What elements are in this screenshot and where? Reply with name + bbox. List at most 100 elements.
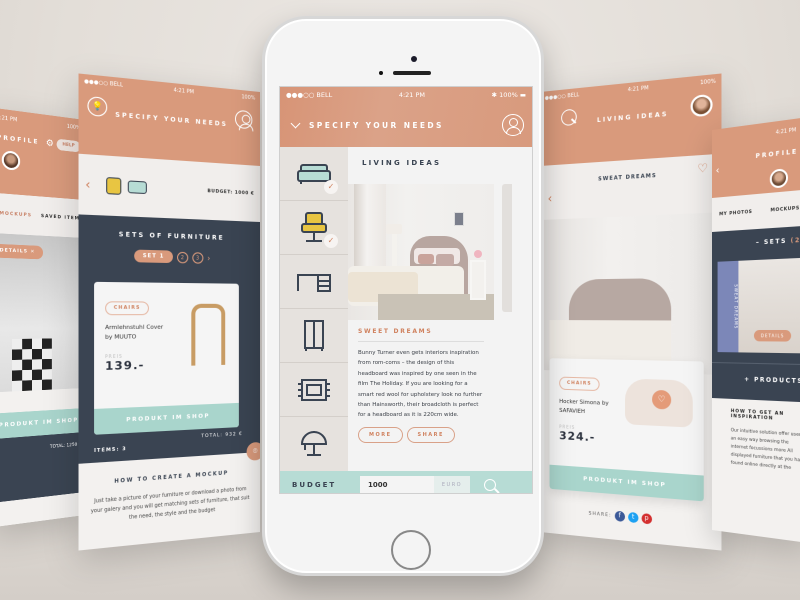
share-button[interactable]: SHARE bbox=[406, 426, 455, 443]
status-time: 4:21 PM bbox=[627, 85, 649, 94]
profile-title: PROFILE bbox=[0, 133, 40, 146]
product-name: Armlehnstuhl Cover by MUUTO bbox=[105, 324, 164, 341]
home-button[interactable] bbox=[391, 530, 431, 570]
product-card: CHAIRS Armlehnstuhl Cover by MUUTO PREIS… bbox=[94, 281, 239, 435]
search-icon[interactable] bbox=[561, 108, 577, 127]
products-toggle[interactable]: + PRODUCTS bbox=[712, 362, 800, 403]
details-button[interactable]: DETAILS bbox=[753, 330, 792, 342]
budget-value[interactable]: 1000 bbox=[360, 481, 434, 489]
profile-title: PROFILE bbox=[755, 148, 799, 161]
category-sofa[interactable]: ✓ bbox=[280, 147, 348, 201]
shop-button[interactable]: PRODUKT IM SHOP bbox=[94, 402, 239, 435]
back-icon[interactable]: ‹ bbox=[548, 191, 553, 205]
avatar[interactable] bbox=[690, 93, 713, 118]
page-title: SPECIFY YOUR NEEDS bbox=[309, 120, 444, 130]
share-label: SHARE: bbox=[588, 510, 612, 519]
ideas-panel: LIVING IDEAS SWEET DREAMS Bunny Turner e… bbox=[348, 147, 532, 471]
status-carrier: ●●●○○ BELL bbox=[544, 92, 580, 102]
category-armchair[interactable]: ✓ bbox=[280, 201, 348, 255]
status-time: 4:21 PM bbox=[0, 114, 18, 124]
living-ideas-screen: ●●●○○ BELL 4:21 PM 100% LIVING IDEAS ‹ SWE… bbox=[540, 73, 722, 551]
category-lamp[interactable] bbox=[280, 417, 348, 471]
proximity-sensor bbox=[379, 71, 383, 75]
rug-icon bbox=[298, 378, 330, 401]
lamp-icon bbox=[300, 431, 328, 456]
avatar bbox=[769, 168, 789, 189]
card-title: SWEET DREAMS bbox=[358, 328, 433, 335]
avatar bbox=[1, 150, 21, 171]
budget-bar: BUDGET 1000 EURO bbox=[280, 471, 532, 493]
chevron-down-icon[interactable] bbox=[290, 118, 301, 128]
status-battery: ✱ 100% ▬ bbox=[491, 91, 526, 99]
bedroom-photo: DETAILS ✕ bbox=[0, 232, 86, 393]
phone-screen: ●●●○○ BELL 4:21 PM ✱ 100% ▬ SPECIFY YOUR… bbox=[279, 86, 533, 494]
product-name: Hocker Simona by SAFAVIEH bbox=[559, 398, 609, 416]
set-label: SWEAT DREAMS bbox=[717, 260, 739, 353]
status-battery: 100% bbox=[241, 94, 256, 102]
next-icon[interactable]: › bbox=[207, 253, 210, 262]
pinterest-icon[interactable]: p bbox=[641, 513, 652, 525]
currency-unit: EURO bbox=[434, 476, 470, 493]
back-icon[interactable]: ‹ bbox=[716, 165, 720, 176]
tab-my-photos[interactable]: MY PHOTOS bbox=[712, 209, 760, 218]
category-chip: CHAIRS bbox=[105, 301, 149, 316]
status-battery: 100% bbox=[700, 78, 716, 87]
status-time: 4:21 PM bbox=[173, 87, 195, 96]
pillow-image bbox=[12, 338, 52, 392]
lightbulb-icon[interactable]: 💡 bbox=[87, 95, 108, 117]
howto-title: HOW TO GET AN INSPIRATION bbox=[730, 408, 785, 422]
gear-icon[interactable]: ⚙ bbox=[46, 138, 54, 149]
status-time: 4:21 PM bbox=[398, 91, 426, 99]
status-bar: ●●●○○ BELL 4:21 PM ✱ 100% ▬ bbox=[280, 87, 532, 103]
set-2-button[interactable]: 2 bbox=[176, 251, 188, 263]
profile-screen-left: 4:21 PM 100% PROFILE ⚙ HELP MOCKUPS SAVED… bbox=[0, 107, 86, 528]
user-icon[interactable] bbox=[234, 109, 253, 129]
bedroom-photo bbox=[540, 212, 722, 375]
status-carrier: ●●●○○ BELL bbox=[286, 91, 333, 99]
details-button[interactable]: DETAILS ✕ bbox=[0, 243, 44, 260]
heart-icon[interactable]: ♡ bbox=[697, 161, 708, 176]
next-photo-peek[interactable] bbox=[502, 184, 512, 312]
chair-image bbox=[191, 303, 226, 366]
bedroom-photo[interactable] bbox=[348, 184, 494, 320]
tab-mockups[interactable]: MOCKUPS bbox=[0, 210, 40, 218]
howto-body: Just take a picture of your furniture or… bbox=[90, 487, 250, 521]
favorite-badge[interactable]: ♡ bbox=[652, 389, 672, 410]
subtitle: SWEAT DREAMS bbox=[598, 172, 657, 183]
help-button[interactable]: HELP bbox=[56, 138, 81, 153]
items-count: ITEMS: 3 bbox=[94, 446, 127, 455]
budget-input[interactable]: 1000 EURO bbox=[360, 476, 470, 493]
facebook-icon[interactable]: f bbox=[614, 510, 625, 522]
check-icon: ✓ bbox=[324, 180, 338, 194]
category-sidebar: ✓ ✓ bbox=[280, 147, 348, 471]
back-icon[interactable]: ‹ bbox=[85, 177, 90, 192]
user-icon[interactable] bbox=[502, 114, 524, 136]
howto-body: Our intuitive solution offer users an ea… bbox=[730, 428, 800, 472]
search-icon[interactable] bbox=[484, 479, 496, 491]
category-wardrobe[interactable] bbox=[280, 309, 348, 363]
twitter-icon[interactable]: t bbox=[627, 511, 639, 524]
armchair-icon bbox=[105, 176, 122, 195]
screen-title: LIVING IDEAS bbox=[596, 110, 669, 124]
category-desk[interactable] bbox=[280, 255, 348, 309]
category-rug[interactable] bbox=[280, 363, 348, 417]
product-card: CHAIRS Hocker Simona by SAFAVIEH PREIS 3… bbox=[549, 358, 704, 502]
wardrobe-icon bbox=[304, 319, 324, 351]
mockup-screen: ●●●○○ BELL 4:21 PM 100% 💡 SPECIFY YOUR NEE… bbox=[78, 73, 260, 551]
more-button[interactable]: MORE bbox=[358, 426, 403, 443]
budget-label: BUDGET: 1000 € bbox=[207, 188, 255, 197]
set-1-button[interactable]: SET 1 bbox=[134, 249, 173, 264]
app-header: ●●●○○ BELL 4:21 PM ✱ 100% ▬ SPECIFY YOUR… bbox=[280, 87, 532, 147]
status-carrier: ●●●○○ BELL bbox=[84, 78, 124, 89]
set-3-button[interactable]: 3 bbox=[192, 251, 204, 264]
howto-title: HOW TO CREATE A MOCKUP bbox=[114, 470, 229, 485]
sets-toggle[interactable]: – SETS (2) bbox=[712, 225, 800, 262]
sets-title: SETS OF FURNITURE bbox=[118, 231, 225, 242]
shop-button[interactable]: PRODUKT IM SHOP bbox=[549, 464, 704, 502]
card-body: Bunny Turner even gets interiors inspira… bbox=[358, 350, 483, 419]
front-camera bbox=[411, 56, 417, 62]
divider bbox=[358, 341, 484, 342]
tab-mockups[interactable]: MOCKUPS bbox=[760, 205, 800, 214]
camera-button[interactable]: ⌾ bbox=[246, 441, 260, 461]
status-time: 4:21 PM bbox=[775, 127, 797, 137]
